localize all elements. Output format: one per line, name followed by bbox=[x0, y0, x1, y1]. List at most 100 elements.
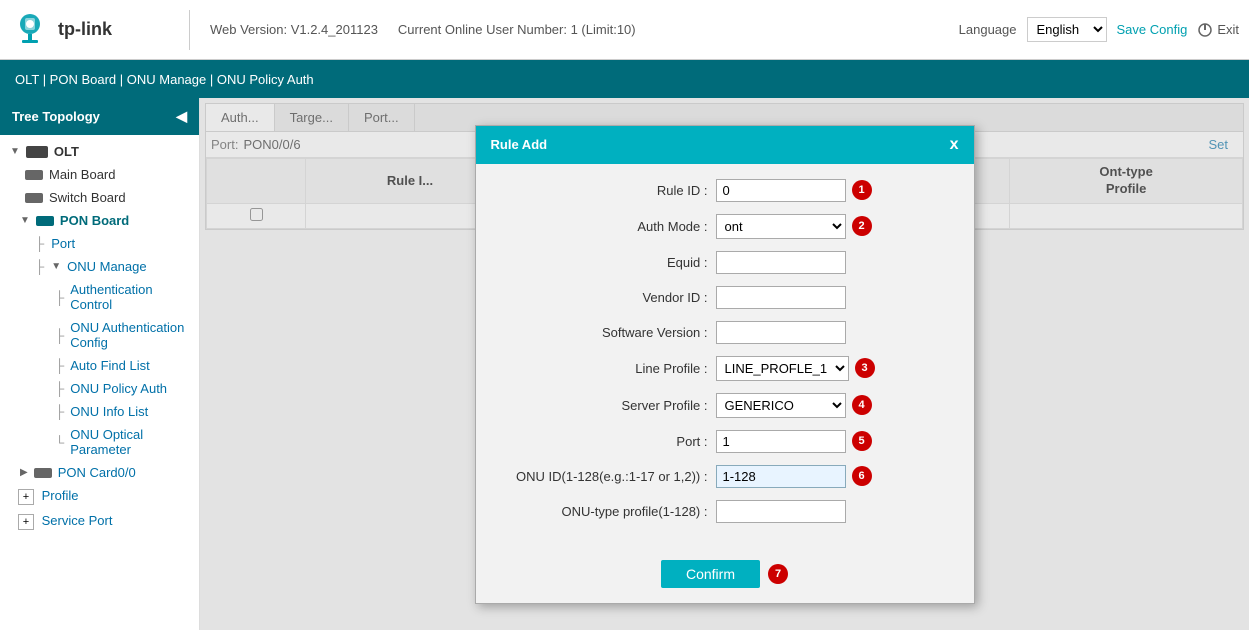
switch-board-link[interactable]: Switch Board bbox=[49, 190, 126, 205]
sidebar-item-service-port[interactable]: + Service Port bbox=[0, 509, 199, 534]
modal-overlay: Rule Add x Rule ID : 1 bbox=[200, 98, 1249, 630]
input-onu-type-profile[interactable] bbox=[716, 500, 846, 523]
device-icon bbox=[36, 216, 54, 226]
port-link[interactable]: Port bbox=[51, 236, 75, 251]
badge-5: 5 bbox=[852, 431, 872, 451]
service-port-link[interactable]: Service Port bbox=[42, 513, 113, 528]
label-equid: Equid : bbox=[496, 255, 716, 270]
profile-link[interactable]: Profile bbox=[42, 488, 79, 503]
tp-link-logo-icon bbox=[10, 10, 50, 50]
sidebar-item-onu-optical[interactable]: └ ONU Optical Parameter bbox=[0, 423, 199, 461]
sidebar-item-port[interactable]: ├ Port bbox=[0, 232, 199, 255]
expand-icon: ▶ bbox=[20, 467, 28, 478]
tree-line: ├ bbox=[35, 236, 44, 251]
onu-optical-link[interactable]: ONU Optical Parameter bbox=[70, 427, 191, 457]
badge-6: 6 bbox=[852, 466, 872, 486]
badge-3: 3 bbox=[855, 358, 875, 378]
modal-header: Rule Add x bbox=[476, 126, 974, 164]
label-onu-type-profile: ONU-type profile(1-128) : bbox=[496, 504, 716, 519]
label-rule-id: Rule ID : bbox=[496, 183, 716, 198]
control-port: 5 bbox=[716, 430, 872, 453]
sidebar-item-pon-board[interactable]: ▼ PON Board bbox=[0, 209, 199, 232]
save-config-button[interactable]: Save Config bbox=[1117, 22, 1188, 37]
exit-button[interactable]: Exit bbox=[1197, 22, 1239, 38]
main-board-link[interactable]: Main Board bbox=[49, 167, 115, 182]
badge-1: 1 bbox=[852, 180, 872, 200]
web-version: Web Version: V1.2.4_201123 bbox=[210, 22, 378, 37]
label-server-profile: Server Profile : bbox=[496, 398, 716, 413]
sidebar-item-auto-find[interactable]: ├ Auto Find List bbox=[0, 354, 199, 377]
exit-label: Exit bbox=[1217, 22, 1239, 37]
logo-text: tp-link bbox=[58, 19, 112, 40]
modal-footer: Confirm 7 bbox=[476, 550, 974, 603]
onu-manage-link[interactable]: ONU Manage bbox=[67, 259, 146, 274]
expand-box-icon: + bbox=[18, 489, 34, 505]
select-auth-mode[interactable]: ont mac sn bbox=[716, 214, 846, 239]
sidebar-item-switch-board[interactable]: Switch Board bbox=[0, 186, 199, 209]
input-software-version[interactable] bbox=[716, 321, 846, 344]
form-row-software-version: Software Version : bbox=[496, 321, 954, 344]
expand-icon: ▼ bbox=[51, 261, 61, 272]
logo-area: tp-link bbox=[10, 10, 190, 50]
sidebar: Tree Topology ◀ ▼ OLT Main Board Switch … bbox=[0, 98, 200, 630]
expand-box-icon: + bbox=[18, 514, 34, 530]
form-row-server-profile: Server Profile : GENERICO OTHER 4 bbox=[496, 393, 954, 418]
select-server-profile[interactable]: GENERICO OTHER bbox=[716, 393, 846, 418]
input-rule-id[interactable] bbox=[716, 179, 846, 202]
sidebar-item-pon-card[interactable]: ▶ PON Card0/0 bbox=[0, 461, 199, 484]
form-row-line-profile: Line Profile : LINE_PROFLE_1 LINE_PROFLE… bbox=[496, 356, 954, 381]
pon-board-link[interactable]: PON Board bbox=[60, 213, 129, 228]
form-row-rule-id: Rule ID : 1 bbox=[496, 179, 954, 202]
label-onu-id: ONU ID(1-128(e.g.:1-17 or 1,2)) : bbox=[496, 469, 716, 484]
collapse-arrow-icon[interactable]: ◀ bbox=[176, 108, 187, 125]
tree-line: ├ bbox=[55, 381, 64, 396]
control-auth-mode: ont mac sn 2 bbox=[716, 214, 872, 239]
auth-control-link[interactable]: Authentication Control bbox=[70, 282, 191, 312]
input-port[interactable] bbox=[716, 430, 846, 453]
sidebar-item-onu-auth-config[interactable]: ├ ONU Authentication Config bbox=[0, 316, 199, 354]
form-row-port: Port : 5 bbox=[496, 430, 954, 453]
sidebar-item-olt[interactable]: ▼ OLT bbox=[0, 140, 199, 163]
device-icon bbox=[25, 170, 43, 180]
rule-add-modal: Rule Add x Rule ID : 1 bbox=[475, 125, 975, 604]
modal-close-button[interactable]: x bbox=[950, 136, 959, 154]
onu-auth-config-link[interactable]: ONU Authentication Config bbox=[70, 320, 191, 350]
label-line-profile: Line Profile : bbox=[496, 361, 716, 376]
form-row-auth-mode: Auth Mode : ont mac sn 2 bbox=[496, 214, 954, 239]
input-equid[interactable] bbox=[716, 251, 846, 274]
main-layout: Tree Topology ◀ ▼ OLT Main Board Switch … bbox=[0, 98, 1249, 630]
badge-4: 4 bbox=[852, 395, 872, 415]
confirm-button[interactable]: Confirm bbox=[661, 560, 760, 588]
header-right: Language English Chinese Save Config Exi… bbox=[959, 17, 1239, 42]
tree-line: ├ bbox=[55, 358, 64, 373]
control-server-profile: GENERICO OTHER 4 bbox=[716, 393, 872, 418]
sidebar-item-profile[interactable]: + Profile bbox=[0, 484, 199, 509]
label-auth-mode: Auth Mode : bbox=[496, 219, 716, 234]
modal-title: Rule Add bbox=[491, 137, 548, 152]
tree-line: ├ bbox=[35, 259, 44, 274]
pon-card-link[interactable]: PON Card0/0 bbox=[58, 465, 136, 480]
label-software-version: Software Version : bbox=[496, 325, 716, 340]
form-row-onu-id: ONU ID(1-128(e.g.:1-17 or 1,2)) : 6 bbox=[496, 465, 954, 488]
sidebar-header: Tree Topology ◀ bbox=[0, 98, 199, 135]
content-area: Auth... Targe... Port... Port: PON0/0/6 … bbox=[200, 98, 1249, 630]
form-row-onu-type-profile: ONU-type profile(1-128) : bbox=[496, 500, 954, 523]
sidebar-item-main-board[interactable]: Main Board bbox=[0, 163, 199, 186]
onu-policy-auth-link[interactable]: ONU Policy Auth bbox=[70, 381, 167, 396]
auto-find-link[interactable]: Auto Find List bbox=[70, 358, 150, 373]
sidebar-item-auth-control[interactable]: ├ Authentication Control bbox=[0, 278, 199, 316]
sidebar-item-onu-info[interactable]: ├ ONU Info List bbox=[0, 400, 199, 423]
control-equid bbox=[716, 251, 846, 274]
input-onu-id[interactable] bbox=[716, 465, 846, 488]
sidebar-item-onu-manage[interactable]: ├ ▼ ONU Manage bbox=[0, 255, 199, 278]
label-vendor-id: Vendor ID : bbox=[496, 290, 716, 305]
onu-info-link[interactable]: ONU Info List bbox=[70, 404, 148, 419]
control-onu-type-profile bbox=[716, 500, 846, 523]
language-select[interactable]: English Chinese bbox=[1027, 17, 1107, 42]
tree-line: ├ bbox=[55, 290, 64, 305]
select-line-profile[interactable]: LINE_PROFLE_1 LINE_PROFLE_2 bbox=[716, 356, 849, 381]
device-icon bbox=[26, 146, 48, 158]
input-vendor-id[interactable] bbox=[716, 286, 846, 309]
control-rule-id: 1 bbox=[716, 179, 872, 202]
sidebar-item-onu-policy-auth[interactable]: ├ ONU Policy Auth bbox=[0, 377, 199, 400]
